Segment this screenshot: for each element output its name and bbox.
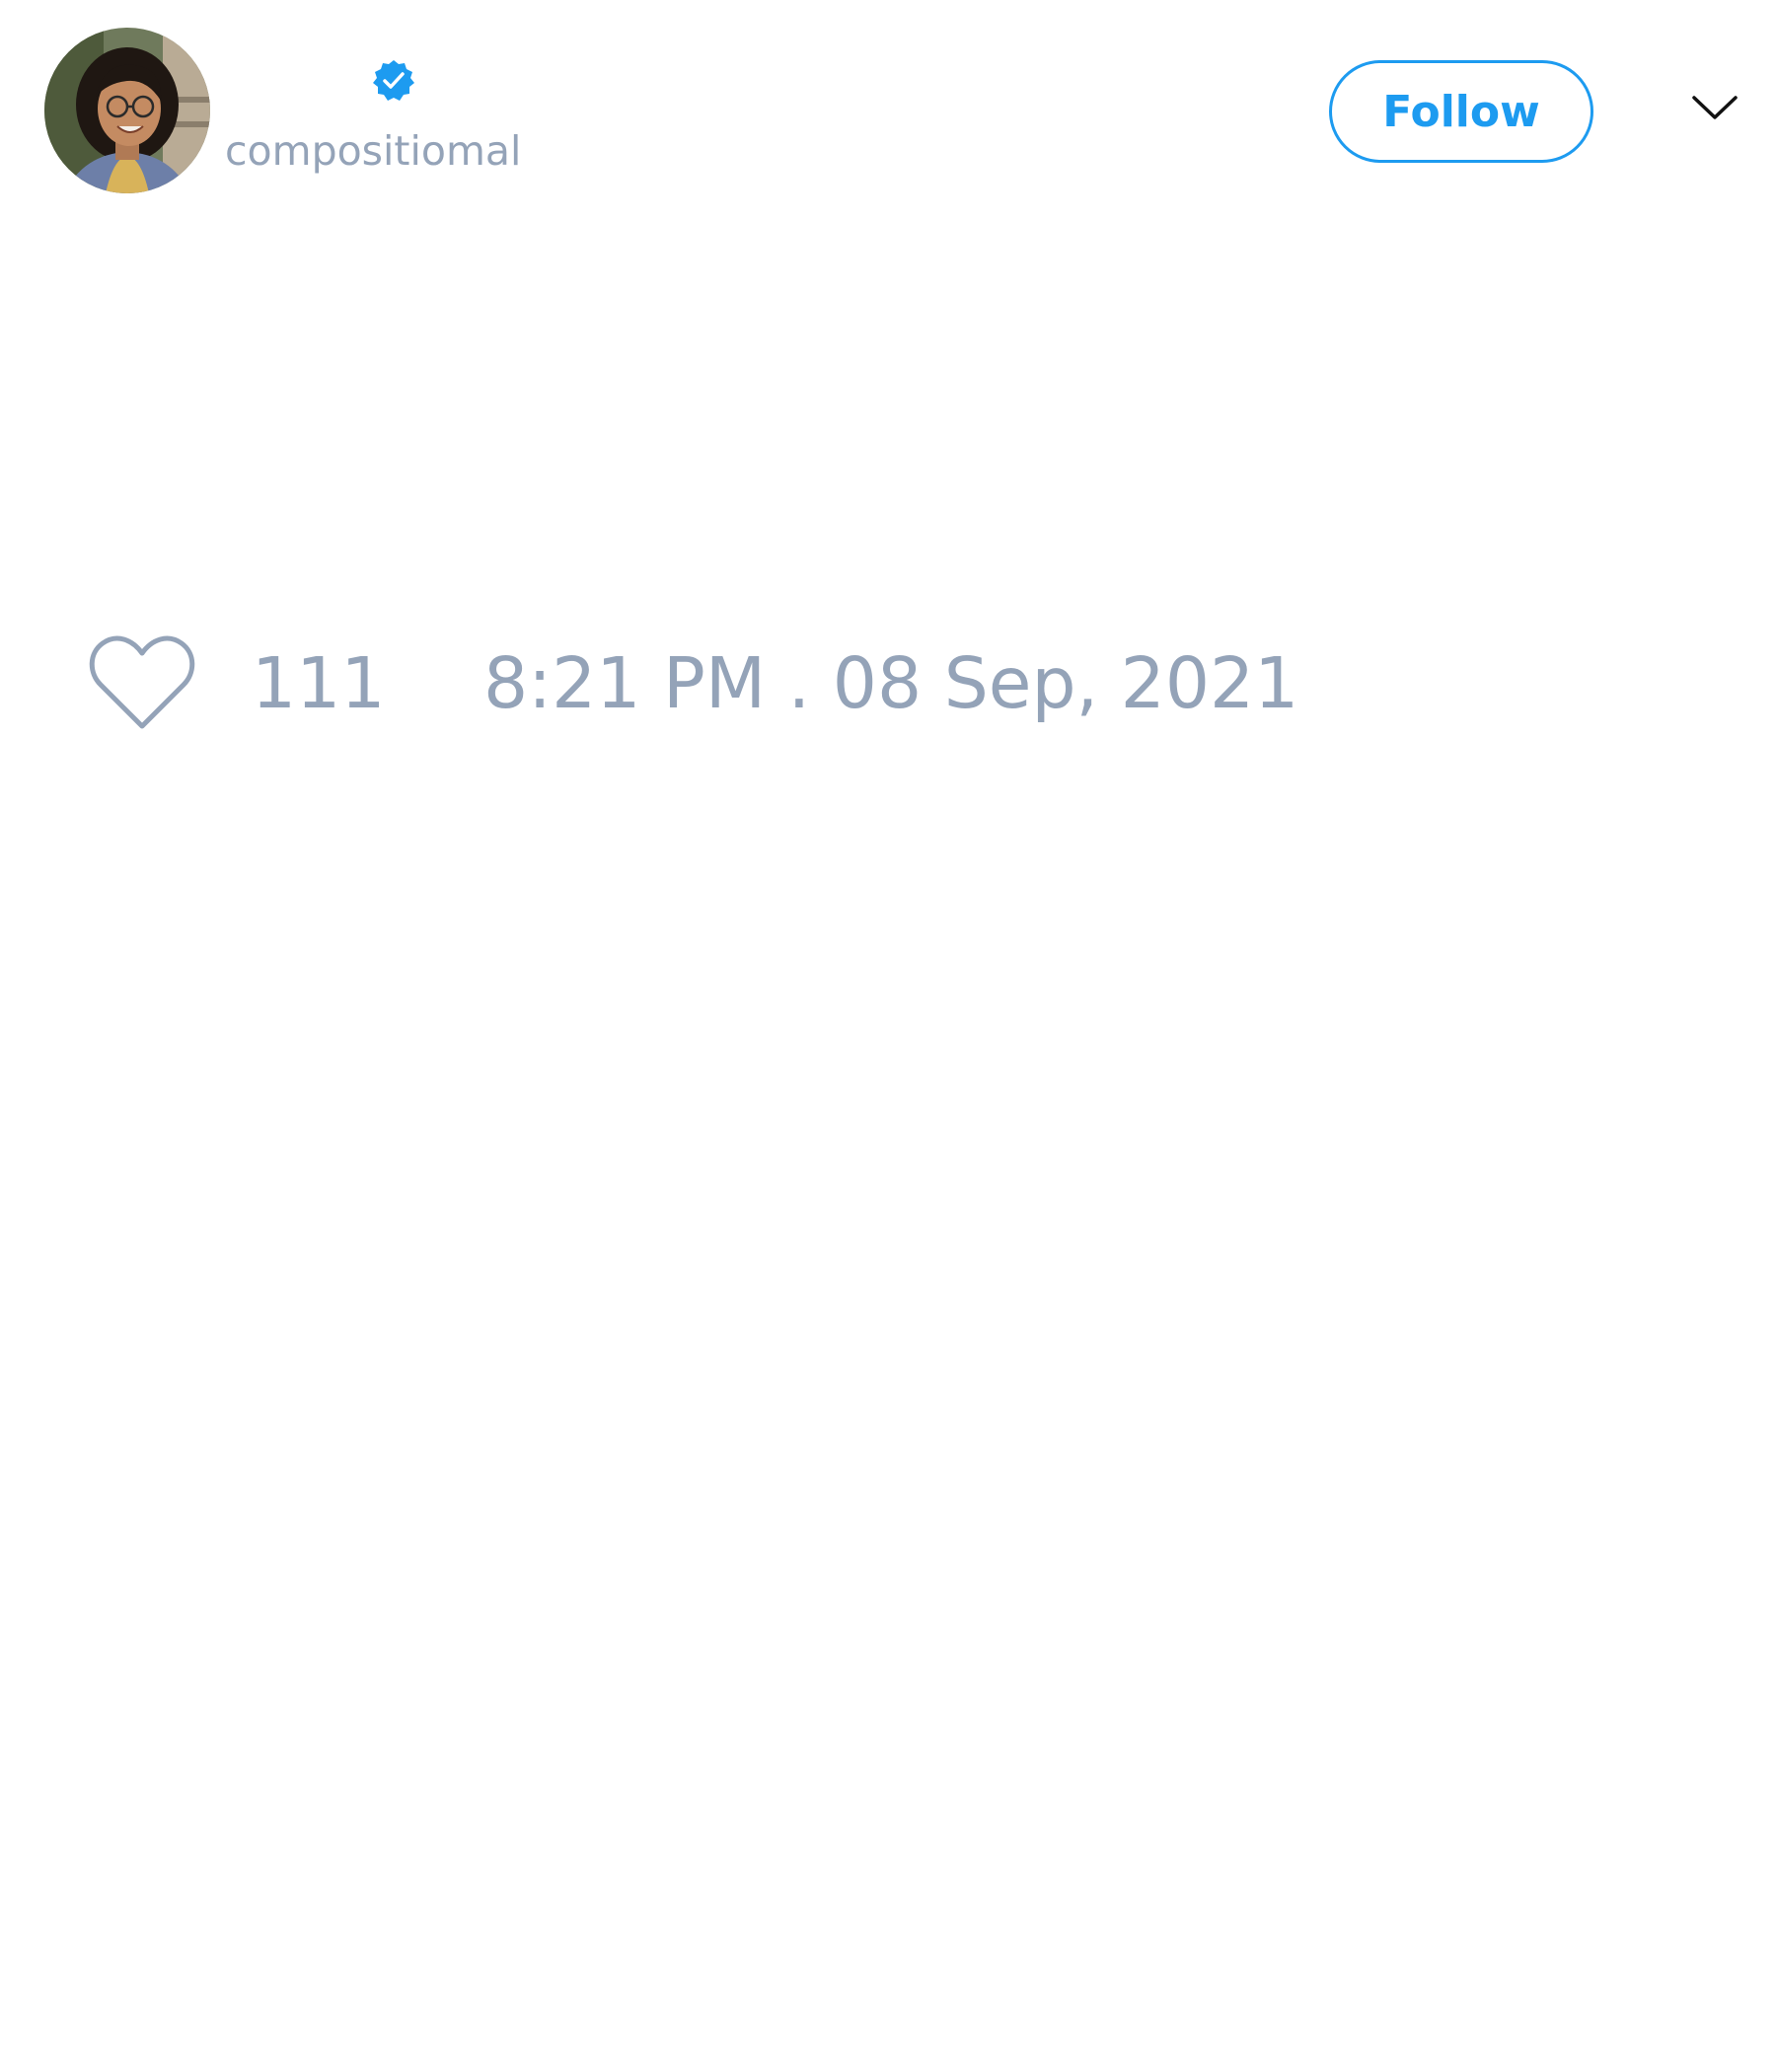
like-count: 111	[252, 642, 386, 724]
heart-outline-icon[interactable]	[87, 633, 197, 732]
author-handle[interactable]: compositiomal	[225, 124, 521, 178]
follow-button[interactable]: Follow	[1329, 60, 1593, 163]
chevron-down-icon[interactable]	[1690, 90, 1739, 125]
tweet-card: compositiomal Follow 111 8:21 PM . 08 Se…	[0, 0, 1776, 2072]
avatar[interactable]	[44, 28, 210, 193]
tweet-timestamp[interactable]: 8:21 PM . 08 Sep, 2021	[483, 639, 1298, 728]
verified-badge-icon	[371, 58, 416, 104]
avatar-photo	[44, 28, 210, 193]
